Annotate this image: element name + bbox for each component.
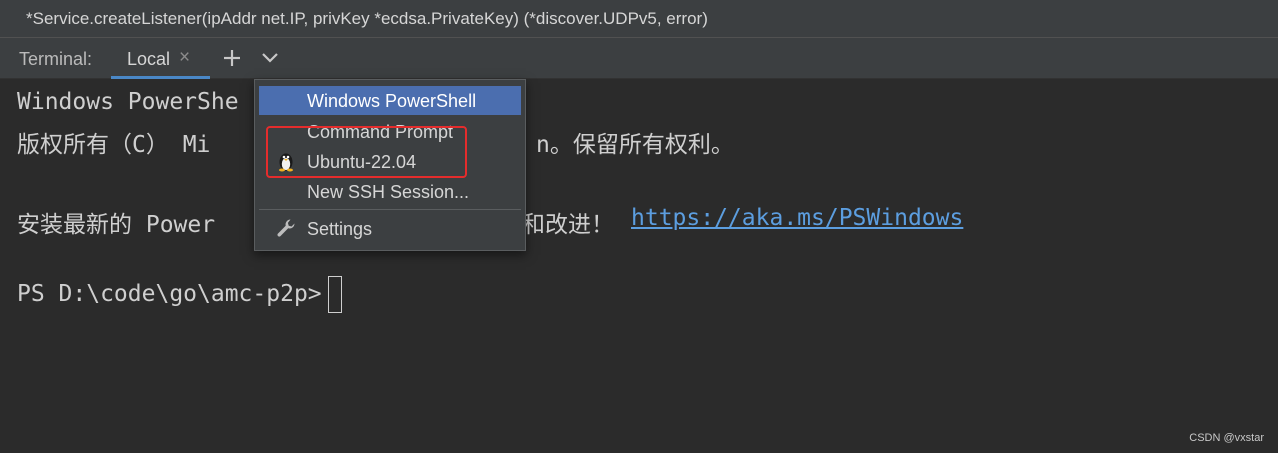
terminal-line-2: 版权所有（C） Mi [17,132,211,158]
terminal-tab-bar: Terminal: Local × [0,38,1278,79]
signature-hint-bar: *Service.createListener(ipAddr net.IP, p… [0,0,1278,38]
terminal-line-4: 安装最新的 Power [17,212,216,238]
signature-hint-text: *Service.createListener(ipAddr net.IP, p… [26,9,708,28]
menu-item-label: Windows PowerShell [307,91,477,111]
terminal-line-1: Windows PowerShe [17,89,239,115]
tab-local-label: Local [127,49,171,69]
menu-separator [259,209,521,210]
menu-item-label: New SSH Session... [307,182,470,202]
powershell-link[interactable]: https://aka.ms/PSWindows [631,205,963,231]
wrench-icon [275,217,297,239]
annotation-highlight-box [266,126,467,178]
tab-local[interactable]: Local × [111,38,210,79]
terminal-line-4-tail: 和改进！ [522,212,614,238]
menu-item-windows-powershell[interactable]: Windows PowerShell [259,86,521,115]
terminal-title-label: Terminal: [19,49,93,69]
plus-icon[interactable] [221,47,243,69]
menu-item-settings[interactable]: Settings [259,214,521,243]
prompt-text: PS D:\code\go\amc-p2p> [17,281,322,307]
terminal-cursor [327,276,342,313]
watermark: CSDN @vxstar [1189,432,1264,444]
terminal-line-2-tail: n。保留所有权利。 [536,132,734,158]
close-icon[interactable]: × [179,48,190,68]
menu-item-label: Settings [307,219,373,239]
terminal-output[interactable]: Windows PowerShe 版权所有（C） Mi n。保留所有权利。 安装… [0,80,1278,453]
menu-item-new-ssh-session[interactable]: New SSH Session... [259,177,521,206]
terminal-prompt-line: PS D:\code\go\amc-p2p> [17,276,342,313]
chevron-down-icon[interactable] [259,47,281,69]
